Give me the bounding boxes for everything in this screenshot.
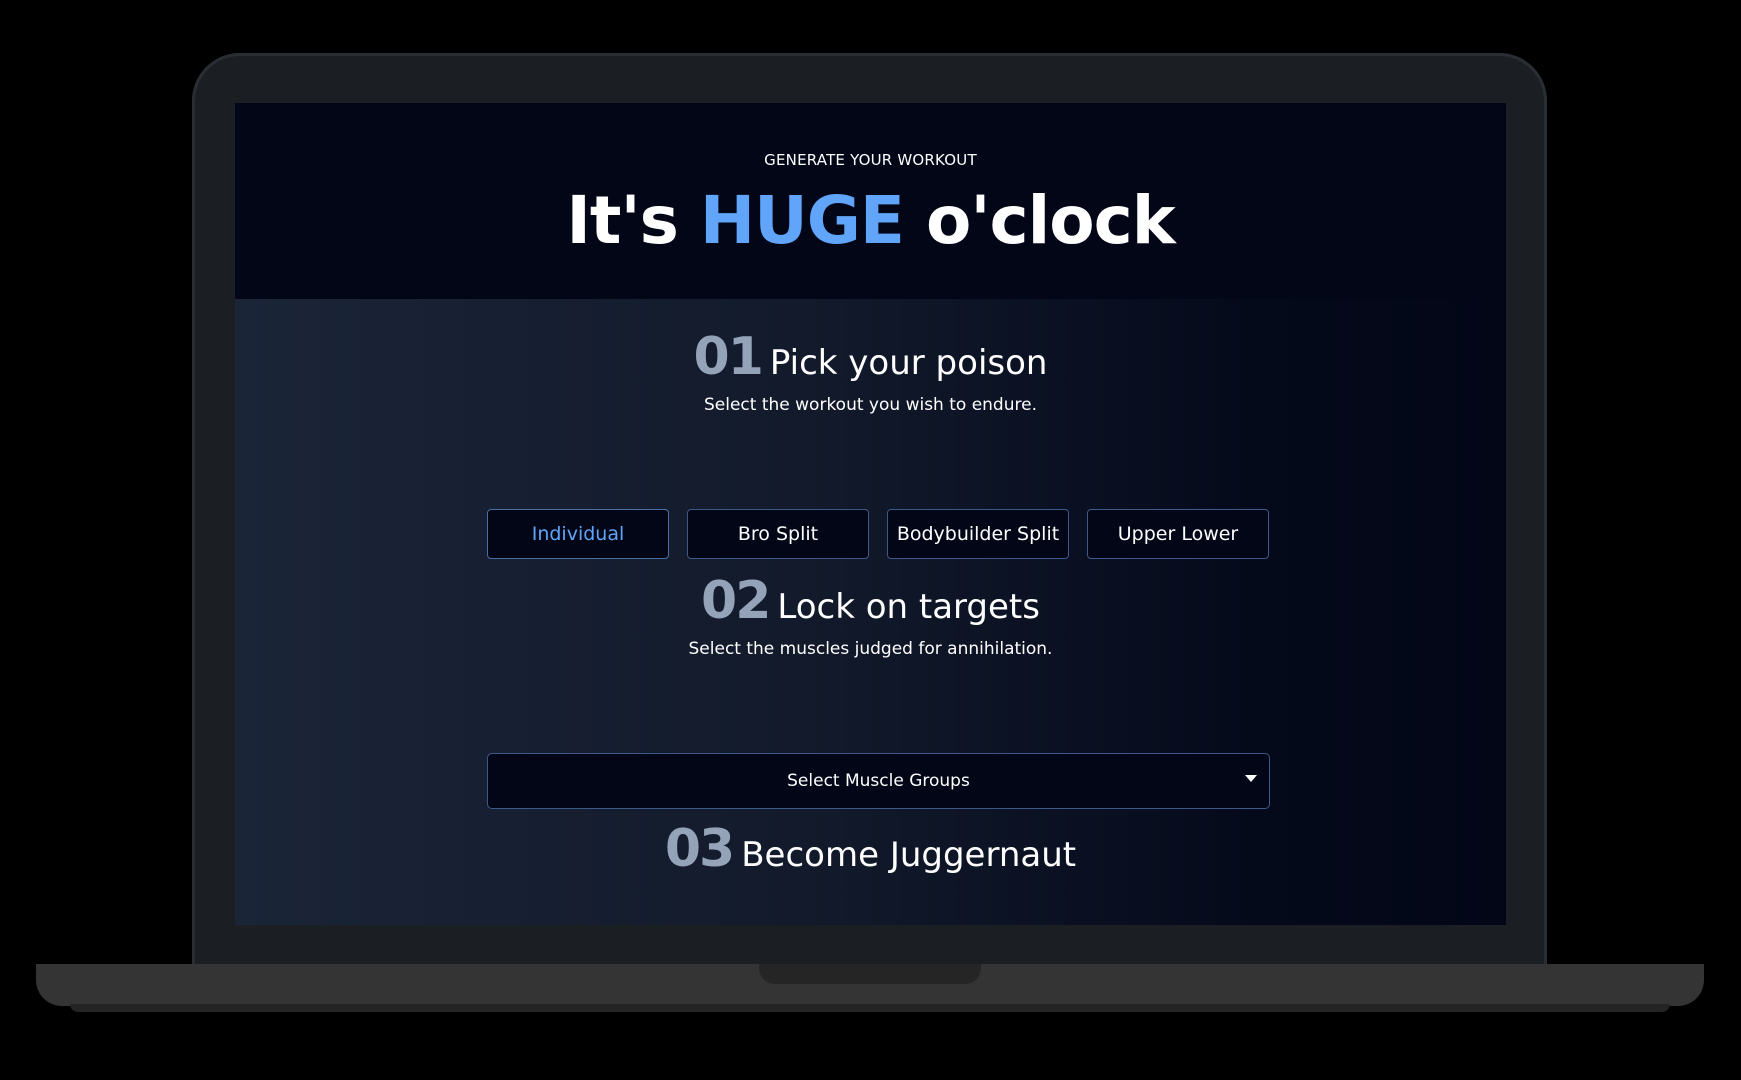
section-03-title: Become Juggernaut <box>741 835 1077 875</box>
hero-eyebrow: GENERATE YOUR WORKOUT <box>764 151 977 169</box>
caret-down-icon <box>1245 775 1257 782</box>
section-01-title: Pick your poison <box>769 343 1048 383</box>
headline-accent: HUGE <box>699 182 905 259</box>
workout-option-individual[interactable]: Individual <box>487 509 669 559</box>
workout-option-bro-split[interactable]: Bro Split <box>687 509 869 559</box>
headline-prefix: It's <box>566 182 700 259</box>
headline-suffix: o'clock <box>904 182 1176 259</box>
section-01-header: 01 Pick your poison <box>235 327 1506 387</box>
section-02-title: Lock on targets <box>777 587 1040 627</box>
section-03-number: 03 <box>664 819 735 879</box>
section-02-number: 02 <box>701 571 771 631</box>
section-01-subtitle: Select the workout you wish to endure. <box>704 395 1037 415</box>
workout-options: Individual Bro Split Bodybuilder Split U… <box>487 509 1271 561</box>
laptop-notch <box>759 964 981 984</box>
section-02-header: 02 Lock on targets <box>235 571 1506 631</box>
workout-option-upper-lower[interactable]: Upper Lower <box>1087 509 1269 559</box>
hero-section: GENERATE YOUR WORKOUT It's HUGE o'clock <box>235 103 1506 299</box>
stage: GENERATE YOUR WORKOUT It's HUGE o'clock … <box>0 0 1741 1080</box>
muscle-groups-select-label: Select Muscle Groups <box>787 771 970 791</box>
workout-option-bodybuilder-split[interactable]: Bodybuilder Split <box>887 509 1069 559</box>
hero-headline: It's HUGE o'clock <box>235 181 1506 261</box>
section-03-header: 03 Become Juggernaut <box>235 819 1506 879</box>
muscle-groups-select[interactable]: Select Muscle Groups <box>487 753 1270 809</box>
laptop-screen: GENERATE YOUR WORKOUT It's HUGE o'clock … <box>235 103 1506 925</box>
laptop-base-shadow <box>70 1004 1670 1012</box>
section-01-number: 01 <box>693 327 764 387</box>
section-02-subtitle: Select the muscles judged for annihilati… <box>688 639 1053 659</box>
